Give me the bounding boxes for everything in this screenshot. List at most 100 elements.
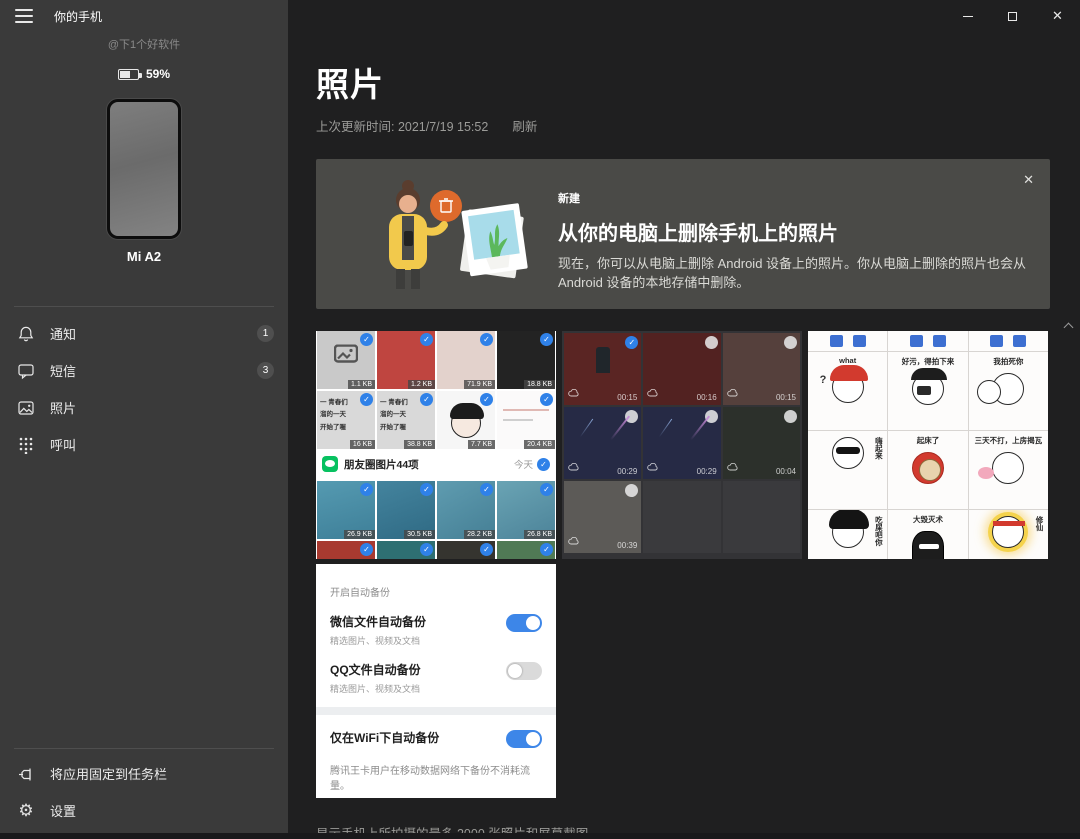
banner-title: 从你的电脑上删除手机上的照片: [558, 217, 1050, 246]
check-icon: ✓: [420, 543, 433, 556]
video-thumb: 00:39: [564, 481, 641, 553]
video-duration: 00:29: [617, 467, 637, 476]
sidebar-item-calls[interactable]: 呼叫: [0, 426, 288, 463]
photo-grid: ✓ 1.1 KB ✓ 1.2 KB ✓ 71.9 KB ✓: [316, 331, 1050, 798]
pin-to-taskbar-button[interactable]: 将应用固定到任务栏: [0, 755, 288, 792]
settings-note: 腾讯王卡用户在移动数据网络下备份不消耗流量。: [330, 762, 542, 792]
video-thumb: 00:04: [723, 407, 800, 479]
toggle-on: [506, 614, 542, 632]
grid-column-2: ✓ 00:15 00:16 00:15: [562, 331, 802, 798]
thumb-pool-photo: ✓ 26.9 KB: [317, 481, 375, 539]
banner-text: 新建 从你的电脑上删除手机上的照片 现在，你可以从电脑上删除 Android 设…: [558, 159, 1050, 293]
wechat-icon: [322, 456, 338, 472]
file-size: 20.4 KB: [524, 440, 555, 449]
thumb-text-meme: 一 青春们溜的一天开始了喔 ✓ 38.8 KB: [377, 391, 435, 449]
hamburger-menu-icon[interactable]: [10, 5, 38, 27]
check-icon: ✓: [537, 458, 550, 471]
check-icon: ✓: [360, 393, 373, 406]
battery-status: 59%: [0, 67, 288, 81]
select-circle-icon: [784, 410, 797, 423]
cloud-icon: [568, 384, 579, 402]
check-icon: ✓: [420, 393, 433, 406]
meme-cell: 修仙: [969, 510, 1048, 559]
meme-face: [992, 516, 1024, 548]
video-thumb: ✓ 00:15: [564, 333, 641, 405]
settings-button[interactable]: ⚙ 设置: [0, 792, 288, 829]
photo-thumbnail-wechat-picker[interactable]: ✓ 1.1 KB ✓ 1.2 KB ✓ 71.9 KB ✓: [316, 331, 556, 559]
battery-percent: 59%: [146, 67, 170, 81]
meme-cell: 嗨起来: [808, 431, 887, 509]
page-title: 照片: [316, 58, 1080, 106]
file-size: 1.1 KB: [348, 380, 375, 389]
thumb-row: 一 青春们溜的一天开始了喔 ✓ 16 KB 一 青春们溜的一天开始了喔 ✓ 38…: [316, 391, 556, 449]
check-icon: ✓: [480, 543, 493, 556]
banner-tag: 新建: [558, 190, 1050, 206]
sidebar-item-messages[interactable]: 短信 3: [0, 352, 288, 389]
window-controls: ✕: [945, 0, 1080, 32]
album-date: 今天 ✓: [514, 457, 550, 471]
photo-thumbnail-video-gallery[interactable]: ✓ 00:15 00:16 00:15: [562, 331, 802, 559]
banner-close-icon[interactable]: ✕: [1023, 172, 1034, 188]
settings-item: 仅在WiFi下自动备份: [330, 729, 542, 748]
app-title: 你的手机: [54, 8, 102, 25]
video-thumb: 00:29: [643, 407, 720, 479]
meme-cell: 大毁灭术: [888, 510, 967, 559]
file-size: 38.8 KB: [404, 440, 435, 449]
video-thumb: 00:29: [564, 407, 641, 479]
thumb-row: ✓ 1.1 KB ✓ 1.2 KB ✓ 71.9 KB ✓: [316, 331, 556, 389]
cloud-icon: [647, 458, 658, 476]
meme-cell: 好污，得拍下来: [888, 352, 967, 430]
check-icon: ✓: [540, 483, 553, 496]
select-circle-icon: [784, 336, 797, 349]
select-circle-icon: [705, 336, 718, 349]
cloud-icon: [568, 458, 579, 476]
album-label: 朋友圈图片44项: [344, 457, 419, 472]
minimize-button[interactable]: [945, 0, 990, 32]
divider: [14, 306, 274, 307]
thumb: ✓: [317, 541, 375, 559]
settings-header: 开启自动备份: [330, 584, 542, 599]
file-size: 18.8 KB: [524, 380, 555, 389]
image-placeholder-icon: [334, 345, 358, 370]
file-size: 71.9 KB: [464, 380, 495, 389]
sidebar-item-label: 呼叫: [50, 435, 76, 454]
meme-cell: 起床了: [888, 431, 967, 509]
photo-thumbnail-meme-sheet[interactable]: what 好污，得拍下来 我拍死你 嗨起来: [808, 331, 1048, 559]
video-duration: 00:39: [617, 541, 637, 550]
toggle-on: [506, 730, 542, 748]
check-icon: ✓: [480, 393, 493, 406]
phone-wallpaper-preview: [107, 99, 181, 239]
cloud-icon: [727, 384, 738, 402]
sidebar-item-notifications[interactable]: 通知 1: [0, 315, 288, 352]
refresh-button[interactable]: 刷新: [512, 116, 537, 135]
video-duration: 00:15: [776, 393, 796, 402]
check-icon: ✓: [540, 393, 553, 406]
grid-column-1: ✓ 1.1 KB ✓ 1.2 KB ✓ 71.9 KB ✓: [316, 331, 556, 798]
sidebar-item-photos[interactable]: 照片: [0, 389, 288, 426]
close-button[interactable]: ✕: [1035, 0, 1080, 32]
pin-to-taskbar-label: 将应用固定到任务栏: [50, 764, 167, 783]
thumb-pool-photo: ✓ 30.5 KB: [377, 481, 435, 539]
file-size: 1.2 KB: [408, 380, 435, 389]
pin-icon: [17, 765, 35, 783]
check-icon: ✓: [360, 483, 373, 496]
photo-thumbnail-backup-settings[interactable]: 开启自动备份 微信文件自动备份 精选图片、视频及文档 QQ文件自动备份 精选图片…: [316, 564, 556, 798]
thumb-placeholder: ✓ 1.1 KB: [317, 331, 375, 389]
scrollbar-up-arrow[interactable]: [1065, 322, 1073, 330]
sidebar: 你的手机 @下1个好软件 59% Mi A2 通知 1 短信 3: [0, 0, 288, 839]
album-row: 朋友圈图片44项 今天 ✓: [316, 449, 556, 479]
file-size: 30.5 KB: [404, 530, 435, 539]
maximize-button[interactable]: [990, 0, 1035, 32]
video-grid: ✓ 00:15 00:16 00:15: [562, 331, 802, 555]
thumb-pool-photo: ✓ 26.8 KB: [497, 481, 555, 539]
last-updated-text: 上次更新时间: 2021/7/19 15:52: [316, 116, 488, 135]
thumb-text-meme: 一 青春们溜的一天开始了喔 ✓ 16 KB: [317, 391, 375, 449]
select-circle-icon: [625, 410, 638, 423]
thumb: ✓: [437, 541, 495, 559]
file-size: 28.2 KB: [464, 530, 495, 539]
gear-icon: ⚙: [17, 802, 35, 820]
empty-cell: [643, 481, 720, 553]
video-thumb: 00:16: [643, 333, 720, 405]
grid-column-3: what 好污，得拍下来 我拍死你 嗨起来: [808, 331, 1048, 798]
divider: [14, 748, 274, 749]
